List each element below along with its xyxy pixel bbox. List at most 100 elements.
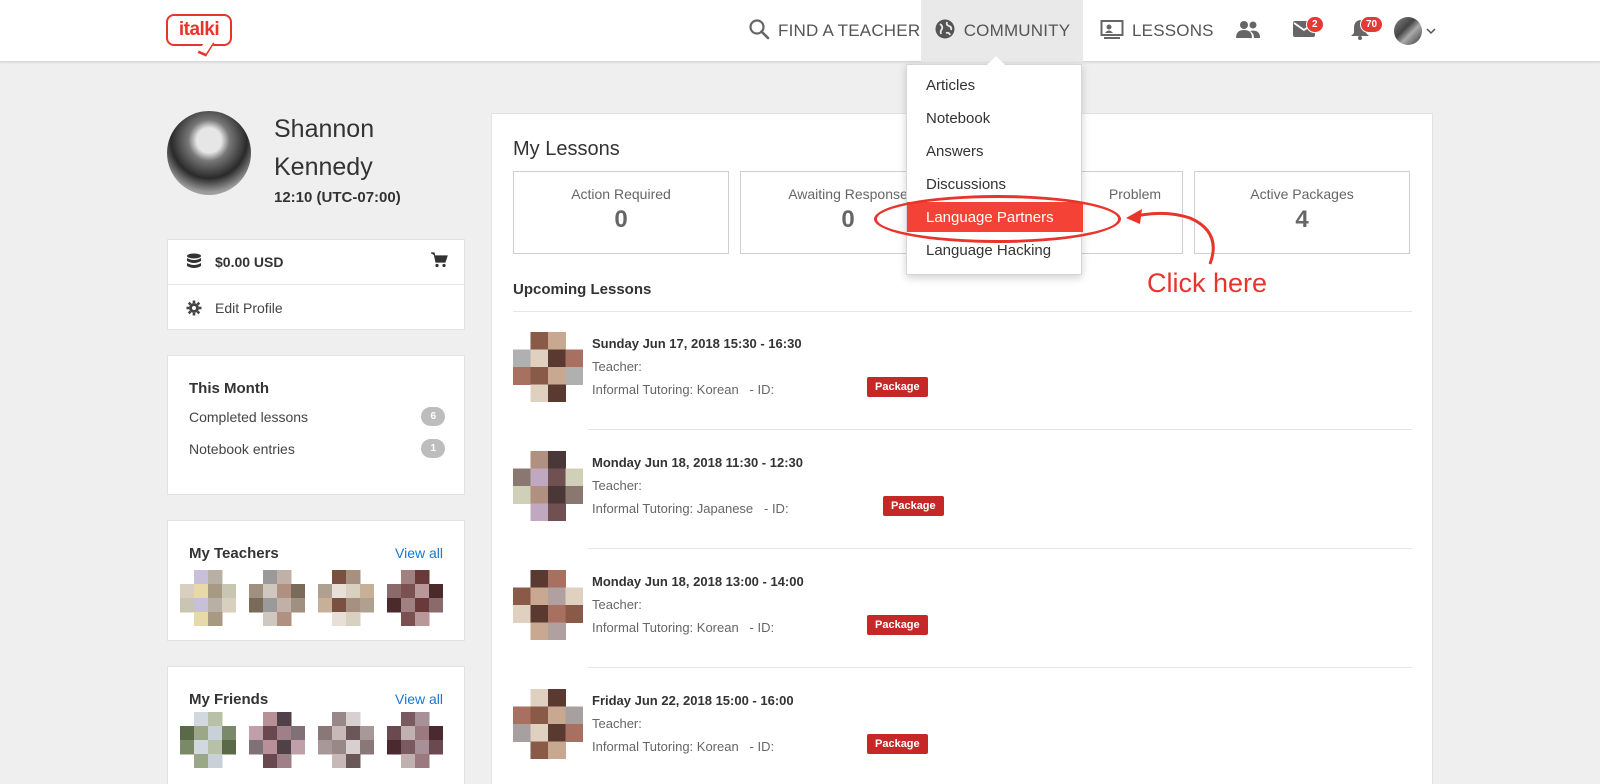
messages-count-badge: 2 [1306, 16, 1324, 33]
lesson-date: Monday Jun 18, 2018 11:30 - 12:30 [592, 455, 803, 470]
dropdown-caret [987, 56, 1005, 65]
annotation-label: Click here [1147, 268, 1268, 298]
notifications-count-badge: 70 [1360, 16, 1384, 33]
lesson-teacher-avatar[interactable] [513, 332, 583, 402]
my-teachers-view-all-link[interactable]: View all [395, 545, 443, 561]
nav-lessons[interactable]: LESSONS [1100, 0, 1214, 62]
package-badge: Package [867, 377, 928, 397]
notebook-entries-count: 1 [421, 439, 445, 458]
lesson-teacher: Teacher: [592, 359, 642, 374]
upcoming-lesson-item[interactable]: Friday Jun 22, 2018 15:00 - 16:00 Teache… [513, 669, 1412, 784]
lesson-id-label: - ID: [749, 382, 775, 397]
profile-local-time: 12:10 (UTC-07:00) [274, 189, 401, 206]
lesson-id-label: - ID: [749, 620, 775, 635]
lesson-type: Informal Tutoring: Korean - ID: [592, 739, 774, 754]
this-month-title: This Month [189, 380, 269, 397]
lesson-teacher-avatar[interactable] [513, 451, 583, 521]
lesson-divider [588, 429, 1412, 430]
nav-community[interactable]: COMMUNITY [921, 0, 1083, 62]
profile-last-name: Kennedy [274, 153, 373, 181]
completed-lessons-count: 6 [421, 407, 445, 426]
teacher-avatar[interactable] [387, 570, 443, 626]
upcoming-lesson-item[interactable]: Monday Jun 18, 2018 11:30 - 12:30 Teache… [513, 431, 1412, 549]
my-friends-view-all-link[interactable]: View all [395, 691, 443, 707]
nav-community-label: COMMUNITY [963, 21, 1071, 40]
globe-icon [934, 18, 956, 45]
friend-avatar[interactable] [318, 712, 374, 768]
my-friends-card: My Friends View all [167, 666, 465, 784]
lesson-type: Informal Tutoring: Korean - ID: [592, 620, 774, 635]
nav-find-a-teacher[interactable]: FIND A TEACHER [748, 0, 920, 62]
notebook-entries-label: Notebook entries [189, 440, 295, 457]
lesson-teacher: Teacher: [592, 478, 642, 493]
stat-label: Action Required [571, 186, 671, 202]
menu-item-answers[interactable]: Answers [907, 136, 1083, 166]
edit-profile-link[interactable]: Edit Profile [168, 285, 464, 330]
notifications-nav-button[interactable]: 70 [1344, 0, 1384, 62]
friend-avatar[interactable] [180, 712, 236, 768]
lesson-type-label: Informal Tutoring: Japanese [592, 501, 754, 516]
coins-stack-icon [185, 253, 203, 271]
logo-text: italki [178, 19, 220, 40]
wallet-card: $0.00 USD Edit Profile [167, 239, 465, 330]
upcoming-lesson-item[interactable]: Monday Jun 18, 2018 13:00 - 14:00 Teache… [513, 550, 1412, 668]
upcoming-lessons-title: Upcoming Lessons [513, 281, 652, 298]
my-teachers-title: My Teachers [189, 545, 279, 562]
top-header: italki FIND A TEACHER COMMUNITY LESSONS … [0, 0, 1600, 62]
people-icon [1234, 19, 1262, 44]
friend-avatar[interactable] [387, 712, 443, 768]
annotation-arrow-icon [1126, 209, 1215, 265]
friends-nav-button[interactable] [1232, 0, 1264, 62]
lesson-type-label: Informal Tutoring: Korean [592, 739, 739, 754]
lesson-teacher-avatar[interactable] [513, 689, 583, 759]
search-icon [748, 18, 770, 45]
lesson-teacher-avatar[interactable] [513, 570, 583, 640]
lesson-divider [588, 548, 1412, 549]
menu-item-articles[interactable]: Articles [907, 70, 1083, 100]
package-badge: Package [867, 734, 928, 754]
friend-avatar[interactable] [249, 712, 305, 768]
chevron-down-icon [1426, 22, 1436, 40]
package-badge: Package [867, 615, 928, 635]
annotation-highlight-ellipse [874, 195, 1121, 243]
profile-name: Shannon Kennedy [274, 110, 434, 186]
lesson-teacher: Teacher: [592, 716, 642, 731]
lesson-type: Informal Tutoring: Korean - ID: [592, 382, 774, 397]
gear-icon [185, 300, 203, 316]
teacher-avatar[interactable] [249, 570, 305, 626]
account-menu[interactable] [1392, 0, 1438, 62]
upcoming-lesson-item[interactable]: Sunday Jun 17, 2018 15:30 - 16:30 Teache… [513, 312, 1412, 430]
stat-action-required[interactable]: Action Required 0 [513, 171, 729, 254]
lessons-board-icon [1100, 18, 1124, 45]
messages-nav-button[interactable]: 2 [1288, 0, 1324, 62]
wallet-balance: $0.00 USD [215, 254, 284, 270]
wallet-balance-row[interactable]: $0.00 USD [168, 240, 464, 285]
lesson-date: Sunday Jun 17, 2018 15:30 - 16:30 [592, 336, 802, 351]
lesson-type-label: Informal Tutoring: Korean [592, 382, 739, 397]
profile-first-name: Shannon [274, 115, 375, 143]
profile-photo[interactable] [167, 111, 251, 195]
lesson-divider [588, 667, 1412, 668]
menu-item-notebook[interactable]: Notebook [907, 103, 1083, 133]
this-month-card: This Month Completed lessons 6 Notebook … [167, 355, 465, 495]
nav-lessons-label: LESSONS [1132, 21, 1214, 40]
italki-logo[interactable]: italki [166, 14, 232, 57]
lesson-id-label: - ID: [764, 501, 789, 516]
lesson-date: Monday Jun 18, 2018 13:00 - 14:00 [592, 574, 804, 589]
lesson-type: Informal Tutoring: Japanese - ID: [592, 501, 789, 516]
notebook-entries-row: Notebook entries 1 [189, 439, 445, 458]
teacher-avatar[interactable] [180, 570, 236, 626]
nav-find-a-teacher-label: FIND A TEACHER [778, 21, 921, 40]
user-avatar [1394, 17, 1422, 45]
my-friends-title: My Friends [189, 691, 269, 708]
package-badge: Package [883, 496, 944, 516]
community-dropdown-menu: Articles Notebook Answers Discussions La… [906, 56, 1083, 275]
lesson-type-label: Informal Tutoring: Korean [592, 620, 739, 635]
stat-value: 0 [614, 206, 628, 233]
completed-lessons-row: Completed lessons 6 [189, 407, 445, 426]
teacher-avatar[interactable] [318, 570, 374, 626]
lesson-id-label: - ID: [749, 739, 775, 754]
cart-icon[interactable] [430, 252, 448, 271]
my-lessons-title: My Lessons [513, 138, 620, 160]
completed-lessons-label: Completed lessons [189, 408, 309, 425]
